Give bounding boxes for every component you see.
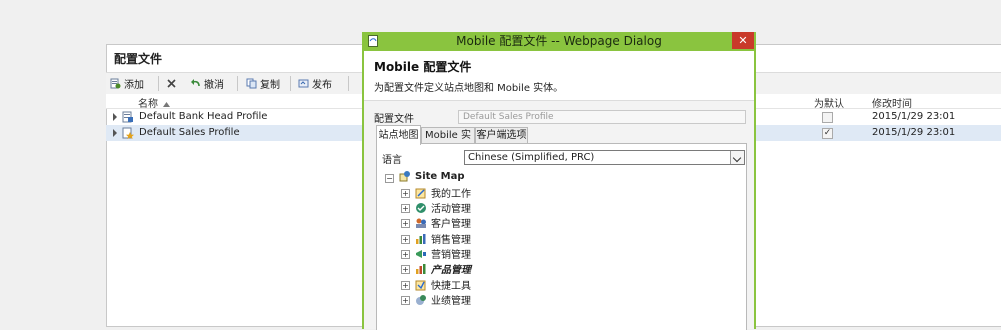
performance-icon <box>416 294 426 305</box>
row-modified: 2015/1/29 23:01 <box>872 127 956 138</box>
language-select-value: Chinese (Simplified, PRC) <box>468 152 595 163</box>
expand-toggle[interactable]: + <box>401 281 410 290</box>
dialog-body: Mobile 配置文件 为配置文件定义站点地图和 Mobile 实体。 配置文件… <box>364 51 754 330</box>
sales-profile-icon <box>122 127 134 139</box>
toolbar-divider <box>290 76 291 91</box>
tree-item[interactable]: 我的工作 <box>415 185 471 200</box>
customers-icon <box>416 218 426 228</box>
dialog-header-subtitle: 为配置文件定义站点地图和 Mobile 实体。 <box>374 83 564 94</box>
publish-icon <box>298 79 309 88</box>
undo-icon <box>191 79 200 87</box>
page-title: 配置文件 <box>114 52 163 66</box>
language-label: 语言 <box>382 155 402 166</box>
undo-label: 撤消 <box>204 80 224 91</box>
tree-item-label: 产品管理 <box>431 265 471 276</box>
language-select[interactable]: Chinese (Simplified, PRC) <box>464 150 745 165</box>
add-label: 添加 <box>124 80 144 91</box>
default-checkbox: ✓ <box>822 128 833 139</box>
tab-client-options[interactable]: 客户端选项 <box>475 127 528 144</box>
tree-item-label: 我的工作 <box>431 189 471 200</box>
toolbar-divider <box>348 76 349 91</box>
tree-item-label: 快捷工具 <box>431 281 471 292</box>
expand-toggle[interactable]: + <box>401 296 410 305</box>
tree-item[interactable]: 客户管理 <box>415 215 471 230</box>
expand-toggle[interactable]: + <box>401 265 410 274</box>
tree-item-label: 客户管理 <box>431 219 471 230</box>
copy-icon <box>246 78 257 89</box>
row-name[interactable]: Default Bank Head Profile <box>139 111 267 122</box>
tree-item[interactable]: 营销管理 <box>415 246 471 261</box>
expand-toggle[interactable]: + <box>401 204 410 213</box>
tree-item[interactable]: 活动管理 <box>415 200 471 215</box>
marketing-icon <box>416 249 426 258</box>
tree-item-label: 业绩管理 <box>431 296 471 307</box>
copy-label: 复制 <box>260 80 280 91</box>
undo-button[interactable]: 撤消 <box>190 76 224 91</box>
row-name[interactable]: Default Sales Profile <box>139 127 240 138</box>
tree-item-label: 活动管理 <box>431 204 471 215</box>
profile-field: Default Sales Profile <box>458 110 746 124</box>
expand-icon[interactable] <box>113 113 117 121</box>
expand-icon[interactable] <box>113 129 117 137</box>
copy-button[interactable]: 复制 <box>246 76 280 91</box>
profile-label: 配置文件 <box>374 114 414 125</box>
bank-profile-icon <box>122 111 133 123</box>
close-button[interactable]: ✕ <box>732 32 754 49</box>
add-button[interactable]: 添加 <box>110 76 144 91</box>
dialog-header-title: Mobile 配置文件 <box>374 60 472 74</box>
tree-item[interactable]: 业绩管理 <box>415 292 471 307</box>
my-work-icon <box>415 188 426 198</box>
tree-root-label: Site Map <box>415 170 465 182</box>
close-icon: ✕ <box>738 34 748 47</box>
tree-item-label: 营销管理 <box>431 250 471 261</box>
dialog-title: Mobile 配置文件 -- Webpage Dialog <box>456 34 662 48</box>
delete-button[interactable] <box>166 76 177 91</box>
tab-site-map[interactable]: 站点地图 <box>376 125 421 145</box>
mobile-profile-dialog: Mobile 配置文件 -- Webpage Dialog ✕ Mobile 配… <box>362 32 756 330</box>
publish-label: 发布 <box>312 80 332 91</box>
site-map-panel: 语言 Chinese (Simplified, PRC) − Site Map … <box>376 143 747 330</box>
column-header-name[interactable]: 名称 <box>138 95 171 110</box>
toolbar-divider <box>158 76 159 91</box>
sort-ascending-icon <box>163 102 171 107</box>
product-icon <box>416 263 426 274</box>
row-modified: 2015/1/29 23:01 <box>872 111 956 122</box>
publish-button[interactable]: 发布 <box>298 76 332 91</box>
dialog-content: 配置文件 Default Sales Profile 站点地图 Mobile 实… <box>364 101 754 330</box>
add-profile-icon <box>110 78 121 89</box>
collapse-toggle[interactable]: − <box>385 174 394 183</box>
close-icon <box>167 79 176 88</box>
expand-toggle[interactable]: + <box>401 250 410 259</box>
sales-icon <box>416 233 426 244</box>
tree-item-label: 销售管理 <box>431 235 471 246</box>
column-header-default[interactable]: 为默认 <box>814 95 844 110</box>
activity-icon <box>416 202 426 213</box>
tree-item[interactable]: 销售管理 <box>415 231 471 246</box>
tree-item[interactable]: 快捷工具 <box>415 277 471 292</box>
toolbar-divider <box>237 76 238 91</box>
chevron-down-icon[interactable] <box>730 151 744 164</box>
default-checkbox <box>822 112 833 123</box>
quick-tools-icon <box>415 280 426 290</box>
dialog-header: Mobile 配置文件 为配置文件定义站点地图和 Mobile 实体。 <box>364 51 754 101</box>
column-header-modified[interactable]: 修改时间 <box>872 95 912 110</box>
expand-toggle[interactable]: + <box>401 219 410 228</box>
tree-root-site-map[interactable]: Site Map <box>399 170 465 182</box>
tab-mobile-entities[interactable]: Mobile 实体 <box>421 127 475 157</box>
tree-item[interactable]: 产品管理 <box>415 261 471 276</box>
expand-toggle[interactable]: + <box>401 235 410 244</box>
site-map-icon <box>399 171 410 182</box>
expand-toggle[interactable]: + <box>401 189 410 198</box>
